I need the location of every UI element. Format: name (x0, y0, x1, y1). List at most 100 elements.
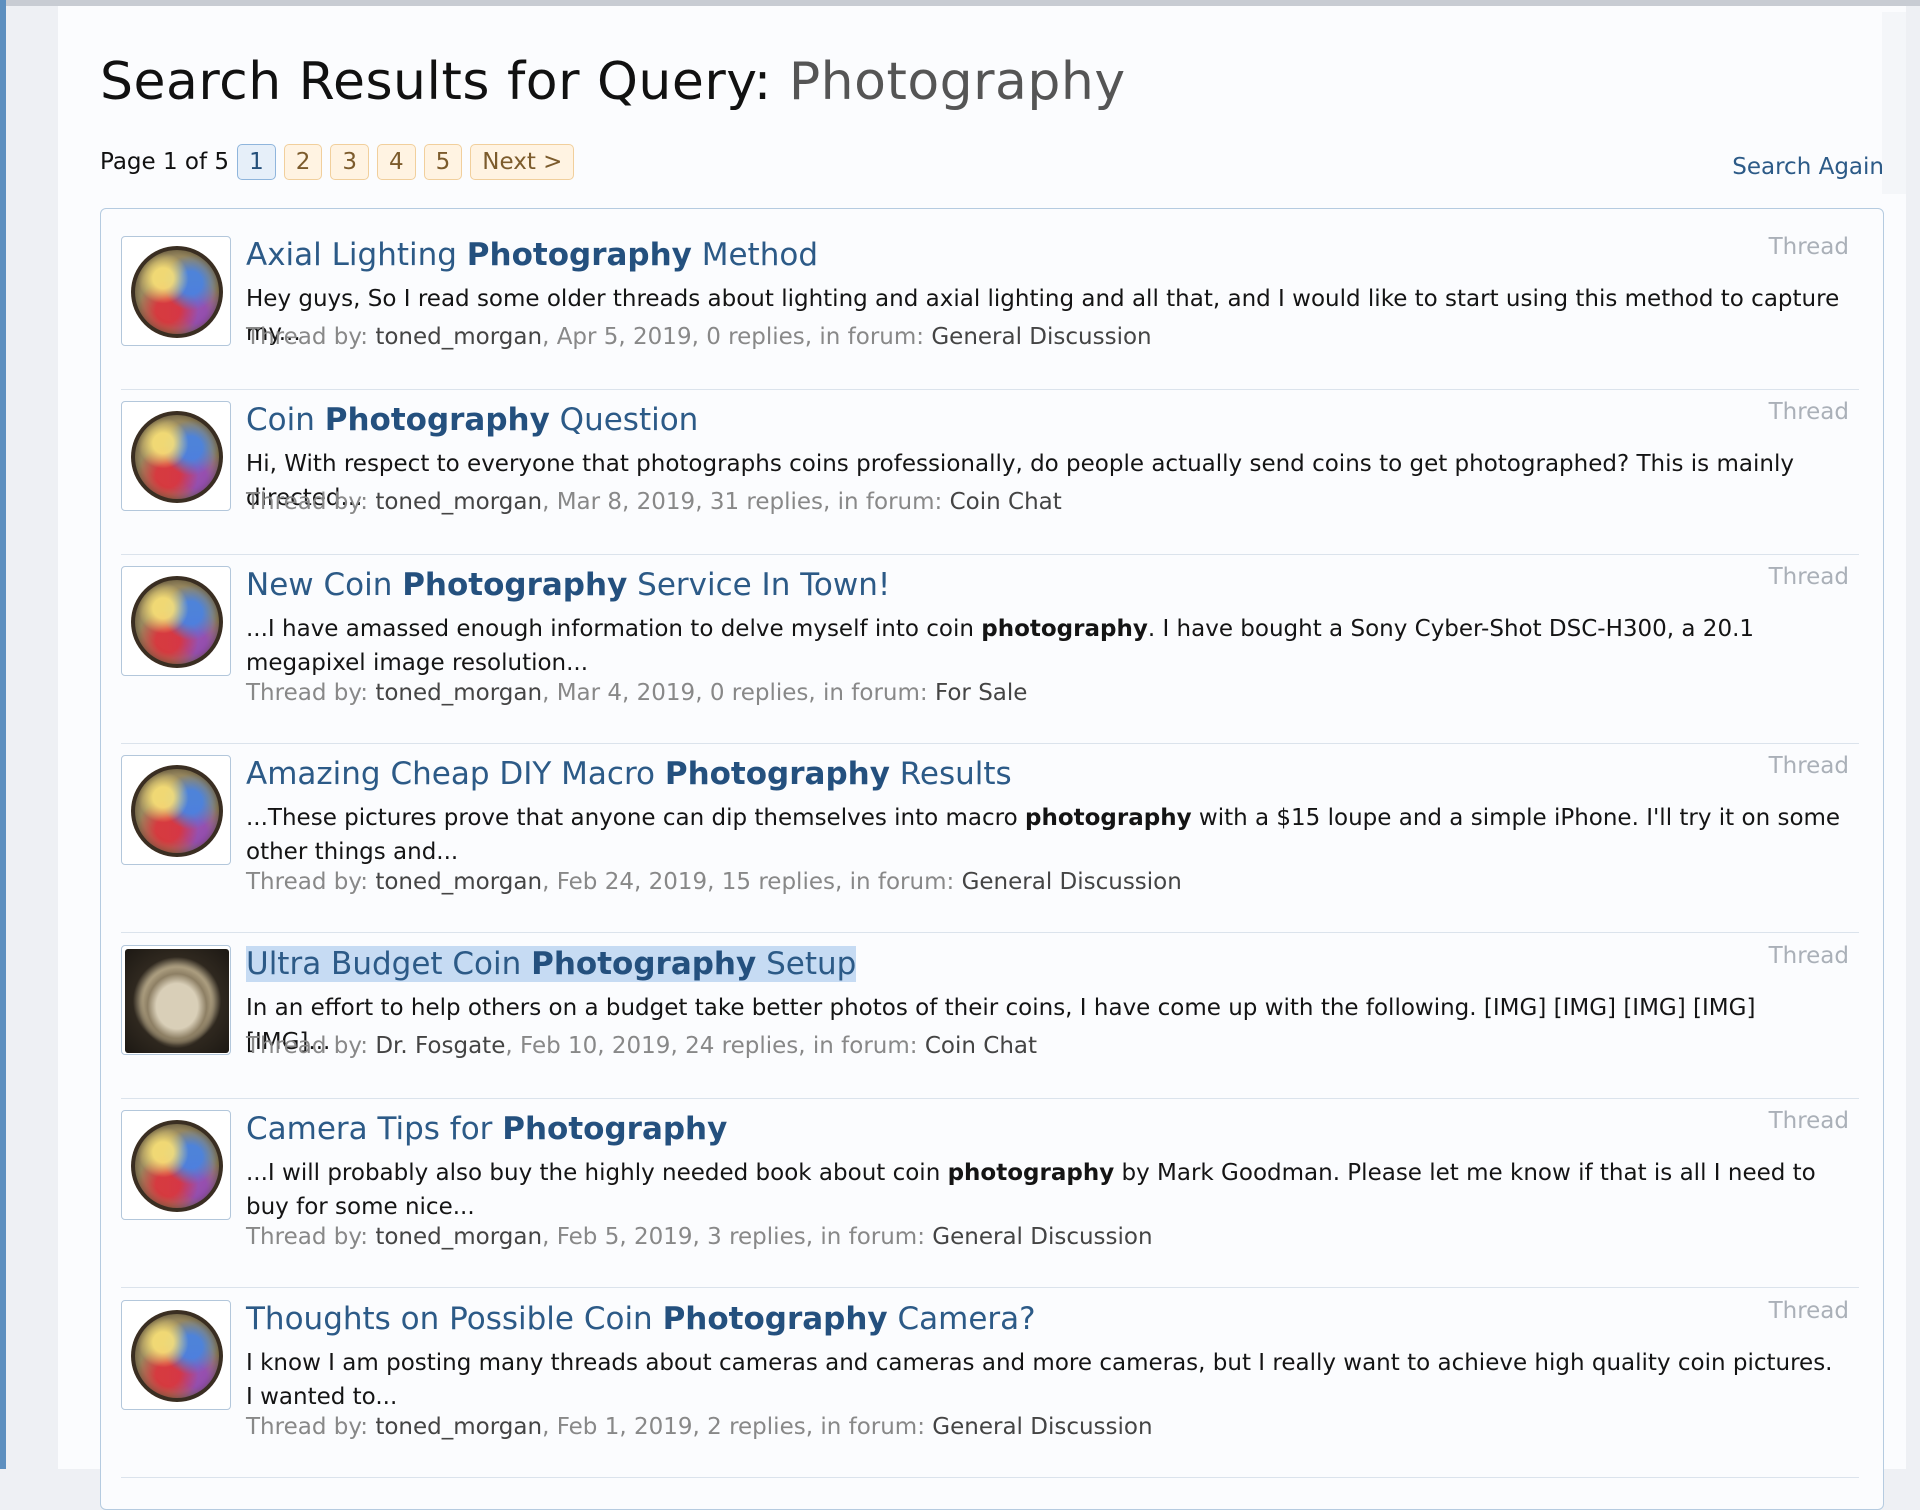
result-title-link[interactable]: Axial Lighting Photography Method (246, 236, 818, 274)
user-avatar[interactable] (121, 945, 231, 1055)
forum-link[interactable]: For Sale (935, 680, 1027, 706)
result-meta: Thread by: toned_morgan, Feb 1, 2019, 2 … (246, 1414, 1153, 1440)
forum-link[interactable]: Coin Chat (925, 1033, 1037, 1059)
result-title-link[interactable]: New Coin Photography Service In Town! (246, 566, 890, 604)
title-before: New Coin (246, 567, 403, 603)
title-after: Setup (756, 946, 857, 982)
forum-link[interactable]: Coin Chat (950, 489, 1062, 515)
thread-by-label: Thread by: (246, 489, 369, 515)
snippet-keyword: photography (947, 1160, 1115, 1186)
result-snippet: ...These pictures prove that anyone can … (246, 801, 1841, 869)
result-meta: Thread by: toned_morgan, Apr 5, 2019, 0 … (246, 324, 1152, 350)
author-link[interactable]: toned_morgan (375, 324, 542, 350)
title-text: Axial Lighting Photography Method (246, 237, 818, 273)
title-text: Ultra Budget Coin Photography Setup (246, 946, 857, 982)
right-shade (1882, 12, 1906, 194)
search-result-row: Coin Photography Question Thread Hi, With … (121, 399, 1859, 555)
thread-by-label: Thread by: (246, 869, 369, 895)
page-count-label: Page 1 of 5 (100, 149, 230, 175)
toned-coin-icon (131, 1120, 223, 1212)
thread-by-label: Thread by: (246, 680, 369, 706)
title-after: Service In Town! (627, 567, 891, 603)
post-date: Mar 8, 2019 (556, 489, 696, 515)
author-link[interactable]: toned_morgan (375, 489, 542, 515)
search-result-row: New Coin Photography Service In Town! Thr… (121, 564, 1859, 744)
user-avatar[interactable] (121, 1300, 231, 1410)
reply-count: 0 replies (709, 680, 809, 706)
title-before: Amazing Cheap DIY Macro (246, 756, 665, 792)
post-date: Apr 5, 2019 (556, 324, 692, 350)
in-forum-label: in forum: (823, 680, 928, 706)
reply-count: 24 replies (685, 1033, 799, 1059)
post-date: Mar 4, 2019 (556, 680, 696, 706)
forum-link[interactable]: General Discussion (932, 1224, 1152, 1250)
post-date: Feb 5, 2019 (556, 1224, 693, 1250)
search-again-link[interactable]: Search Again (1732, 154, 1884, 180)
toned-coin-icon (131, 411, 223, 503)
result-title-link[interactable]: Ultra Budget Coin Photography Setup (246, 945, 857, 983)
title-after: Method (691, 237, 818, 273)
user-avatar[interactable] (121, 236, 231, 346)
reply-count: 31 replies (709, 489, 824, 515)
title-after: Results (889, 756, 1012, 792)
result-type-label: Thread (1768, 1298, 1849, 1324)
page-title-prefix: Search Results for Query: (100, 52, 772, 112)
toned-coin-icon (131, 246, 223, 338)
result-meta: Thread by: toned_morgan, Feb 24, 2019, 1… (246, 869, 1182, 895)
user-avatar[interactable] (121, 401, 231, 511)
reply-count: 2 replies (707, 1414, 806, 1440)
search-result-row: Thoughts on Possible Coin Photography Ca… (121, 1298, 1859, 1478)
thread-by-label: Thread by: (246, 1033, 369, 1059)
title-before: Ultra Budget Coin (246, 946, 532, 982)
page-link-4[interactable]: 4 (376, 144, 416, 180)
search-result-row: Camera Tips for Photography Thread ...I wi… (121, 1108, 1859, 1288)
result-title-link[interactable]: Coin Photography Question (246, 401, 698, 439)
title-after: Camera? (887, 1301, 1036, 1337)
forum-link[interactable]: General Discussion (931, 324, 1151, 350)
page-link-2[interactable]: 2 (283, 144, 323, 180)
search-result-row: Axial Lighting Photography Method Thread H… (121, 234, 1859, 390)
snippet-before: ...I will probably also buy the highly n… (246, 1160, 948, 1186)
forum-link[interactable]: General Discussion (932, 1414, 1152, 1440)
page-link-5[interactable]: 5 (423, 144, 463, 180)
author-link[interactable]: toned_morgan (375, 680, 542, 706)
author-link[interactable]: toned_morgan (375, 1224, 542, 1250)
toned-coin-icon (131, 576, 223, 668)
result-snippet: I know I am posting many threads about c… (246, 1346, 1841, 1414)
title-keyword: Photography (502, 1111, 728, 1147)
title-before: Coin (246, 402, 325, 438)
snippet-keyword: photography (981, 616, 1148, 642)
result-meta: Thread by: toned_morgan, Mar 4, 2019, 0 … (246, 680, 1028, 706)
reply-count: 15 replies (721, 869, 835, 895)
in-forum-label: in forum: (849, 869, 955, 895)
user-avatar[interactable] (121, 755, 231, 865)
result-snippet: ...I will probably also buy the highly n… (246, 1156, 1841, 1224)
page-link-3[interactable]: 3 (330, 144, 369, 180)
user-avatar[interactable] (121, 1110, 231, 1220)
result-type-label: Thread (1768, 1108, 1849, 1134)
result-title-link[interactable]: Thoughts on Possible Coin Photography Ca… (246, 1300, 1036, 1338)
author-link[interactable]: Dr. Fosgate (375, 1033, 505, 1059)
page-link-1[interactable]: 1 (237, 144, 276, 180)
result-title-link[interactable]: Amazing Cheap DIY Macro Photography Resu… (246, 755, 1012, 793)
result-meta: Thread by: toned_morgan, Mar 8, 2019, 31… (246, 489, 1062, 515)
search-query: Photography (788, 52, 1126, 112)
user-avatar[interactable] (121, 566, 231, 676)
thread-by-label: Thread by: (246, 1414, 369, 1440)
in-forum-label: in forum: (820, 1224, 925, 1250)
title-after: Question (549, 402, 699, 438)
window-left-edge (0, 0, 6, 1469)
result-type-label: Thread (1768, 234, 1849, 260)
title-text: Thoughts on Possible Coin Photography Ca… (246, 1301, 1036, 1337)
author-link[interactable]: toned_morgan (375, 1414, 542, 1440)
reply-count: 0 replies (706, 324, 805, 350)
forum-link[interactable]: General Discussion (962, 869, 1182, 895)
search-results-page: Search Results for Query: Photography Pa… (58, 6, 1906, 1510)
result-title-link[interactable]: Camera Tips for Photography (246, 1110, 727, 1148)
title-keyword: Photography (402, 567, 628, 603)
result-type-label: Thread (1768, 564, 1849, 590)
next-page-link[interactable]: Next > (470, 144, 575, 180)
author-link[interactable]: toned_morgan (375, 869, 542, 895)
result-type-label: Thread (1768, 753, 1849, 779)
title-before: Thoughts on Possible Coin (246, 1301, 663, 1337)
